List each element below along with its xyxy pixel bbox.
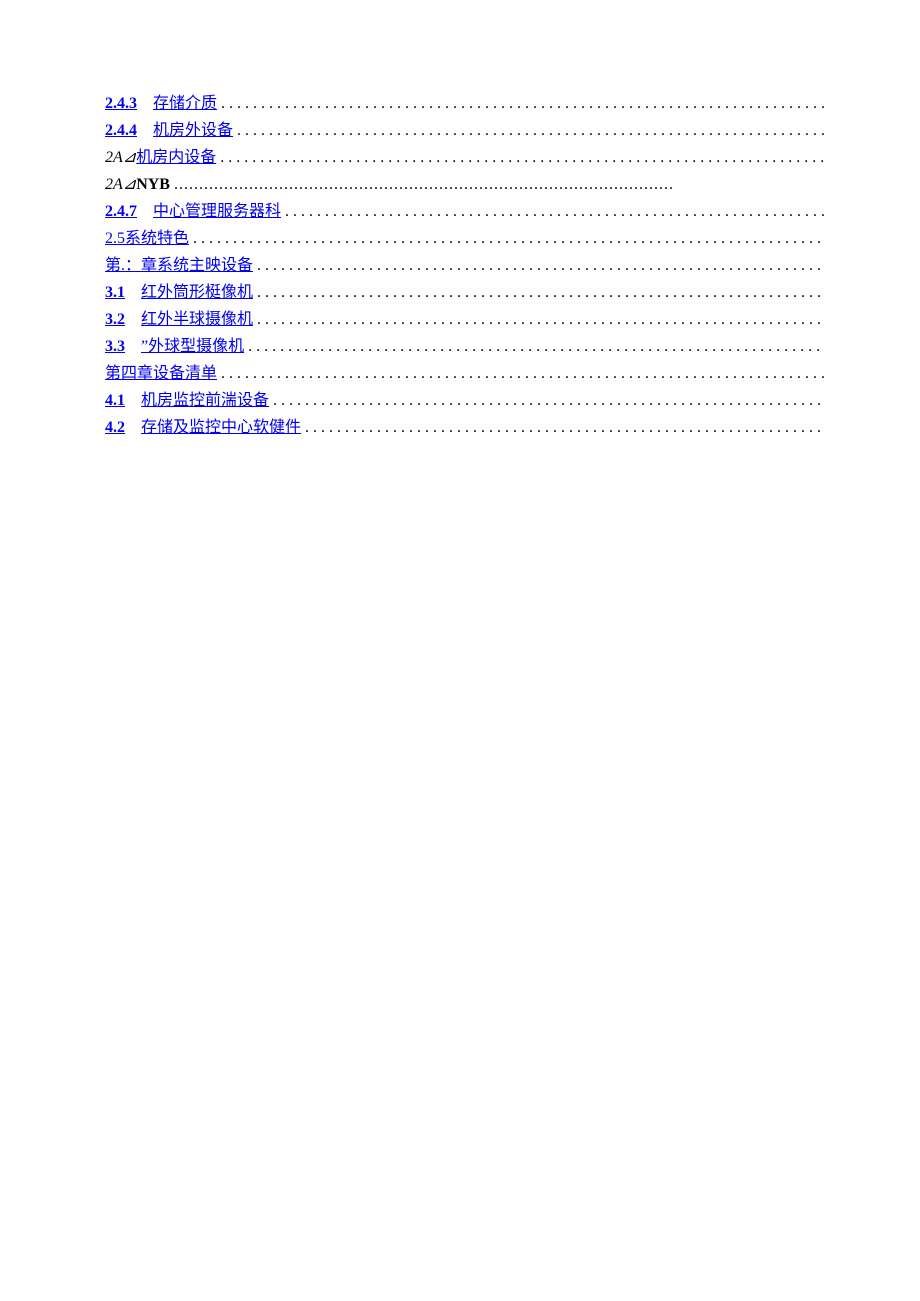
toc-entry-title[interactable]: 第.：章系统主映设备	[105, 252, 253, 279]
toc-leader-dots: ........................................…	[217, 90, 825, 117]
toc-entry: 第.：章系统主映设备..............................…	[105, 252, 825, 279]
toc-entry-number[interactable]: 2.5	[105, 225, 125, 252]
toc-entry: 2.4.7 中心管理服务器科..........................…	[105, 198, 825, 225]
toc-gap	[137, 198, 153, 225]
toc-entry-title[interactable]: 系统特色	[125, 225, 189, 252]
toc-leader-dots: ........................................…	[244, 333, 825, 360]
toc-entry-number: 2A⊿	[105, 144, 136, 171]
toc-entry: 4.1 机房监控前湍设备............................…	[105, 387, 825, 414]
toc-entry: 2A⊿机房内设备................................…	[105, 144, 825, 171]
toc-leader-dots: ........................................…	[253, 252, 825, 279]
toc-leader-dots: ........................................…	[253, 306, 825, 333]
toc-entry-number[interactable]: 4.2	[105, 414, 125, 441]
toc-entry-number: 2A⊿	[105, 171, 136, 198]
toc-entry-number[interactable]: 4.1	[105, 387, 125, 414]
toc-entry: 3.3 ”外球型摄像机.............................…	[105, 333, 825, 360]
toc-leader-dots: ........................................…	[269, 387, 825, 414]
toc-entry-number[interactable]: 2.4.3	[105, 90, 137, 117]
toc-entry: 第四章设备清单.................................…	[105, 360, 825, 387]
toc-gap	[125, 414, 141, 441]
toc-gap	[125, 306, 141, 333]
toc-leader-dots: ........................................…	[170, 171, 825, 198]
toc-entry-title: NYB	[136, 171, 170, 198]
toc-gap	[137, 90, 153, 117]
toc-entry-number[interactable]: 2.4.4	[105, 117, 137, 144]
toc-entry-title[interactable]: 机房外设备	[153, 117, 233, 144]
toc-entry-title[interactable]: 红外筒形梃像机	[141, 279, 253, 306]
toc-leader-dots: ........................................…	[189, 225, 825, 252]
toc-gap	[137, 117, 153, 144]
toc-entry: 3.1 红外筒形梃像机.............................…	[105, 279, 825, 306]
toc-entry-title[interactable]: 中心管理服务器科	[153, 198, 281, 225]
toc-entry: 4.2 存储及监控中心软健件..........................…	[105, 414, 825, 441]
toc-entry: 2.5系统特色.................................…	[105, 225, 825, 252]
toc-entry: 2A⊿NYB..................................…	[105, 171, 825, 198]
toc-entry-number[interactable]: 3.1	[105, 279, 125, 306]
toc-entry-title[interactable]: 存储及监控中心软健件	[141, 414, 301, 441]
toc-entry: 2.4.3 存储介质..............................…	[105, 90, 825, 117]
toc-leader-dots: ........................................…	[301, 414, 825, 441]
toc-entry-title[interactable]: ”外球型摄像机	[141, 333, 244, 360]
toc-entry-title[interactable]: 红外半球摄像机	[141, 306, 253, 333]
toc-gap	[125, 387, 141, 414]
toc-entry: 3.2 红外半球摄像机.............................…	[105, 306, 825, 333]
toc-entry-title[interactable]: 机房监控前湍设备	[141, 387, 269, 414]
toc-gap	[125, 279, 141, 306]
toc-leader-dots: ........................................…	[253, 279, 825, 306]
toc-leader-dots: ........................................…	[217, 360, 825, 387]
toc-entry-title[interactable]: 存储介质	[153, 90, 217, 117]
toc-entry-number[interactable]: 2.4.7	[105, 198, 137, 225]
toc-entry-title[interactable]: 机房内设备	[136, 144, 216, 171]
toc-gap	[125, 333, 141, 360]
toc-entry: 2.4.4 机房外设备.............................…	[105, 117, 825, 144]
toc-entry-number[interactable]: 3.3	[105, 333, 125, 360]
toc-entry-number[interactable]: 3.2	[105, 306, 125, 333]
toc-entry-title[interactable]: 第四章设备清单	[105, 360, 217, 387]
toc-leader-dots: ........................................…	[281, 198, 825, 225]
toc-leader-dots: ........................................…	[233, 117, 825, 144]
toc-container: 2.4.3 存储介质..............................…	[105, 90, 825, 441]
toc-leader-dots: ........................................…	[216, 144, 825, 171]
